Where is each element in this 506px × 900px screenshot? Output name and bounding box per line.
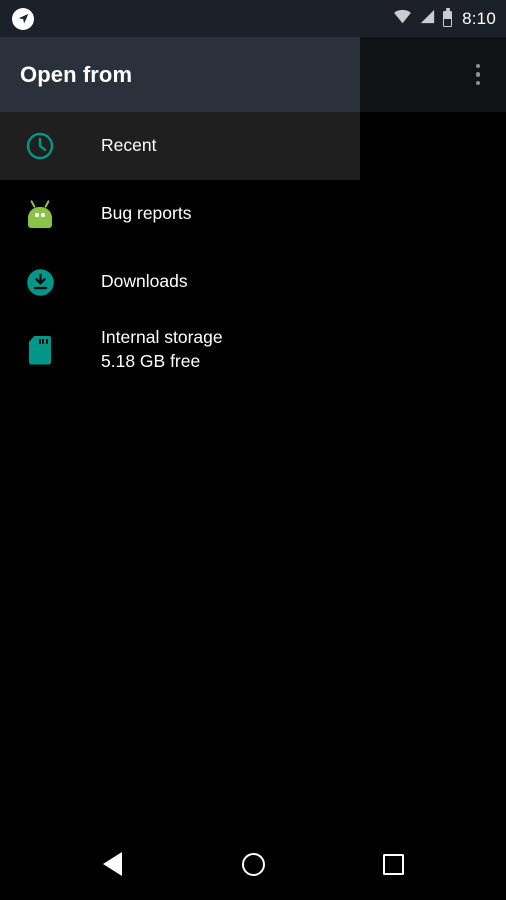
sidebar-item-internal-storage[interactable]: Internal storage 5.18 GB free <box>0 316 360 384</box>
sidebar-item-downloads[interactable]: Downloads <box>0 248 360 316</box>
sidebar-item-label: Downloads <box>101 271 188 292</box>
android-file-picker-screen: 8:10 Open from Recent Bug reports Downlo… <box>0 0 506 900</box>
status-bar: 8:10 <box>0 0 506 37</box>
navigation-arrow-icon <box>12 7 34 30</box>
toolbar: Open from <box>0 37 360 112</box>
more-vertical-icon[interactable] <box>470 56 487 94</box>
sidebar-item-label: Bug reports <box>101 203 192 224</box>
status-bar-left <box>12 7 34 30</box>
status-bar-right: 8:10 <box>393 8 496 29</box>
android-icon <box>22 196 58 232</box>
toolbar-right-area <box>360 37 506 112</box>
clock-icon <box>22 128 58 164</box>
battery-icon <box>443 8 453 27</box>
sidebar-item-recent[interactable]: Recent <box>0 112 360 180</box>
back-triangle-icon[interactable] <box>85 837 139 891</box>
status-bar-clock: 8:10 <box>462 8 496 28</box>
home-circle-icon[interactable] <box>226 837 280 891</box>
wifi-icon <box>393 9 412 29</box>
sidebar-item-text: Bug reports <box>101 202 191 226</box>
toolbar-row: Open from <box>0 37 506 112</box>
sidebar-item-text: Internal storage 5.18 GB free <box>101 326 223 373</box>
sd-card-icon <box>22 332 58 368</box>
sidebar-item-subtitle: 5.18 GB free <box>101 351 201 371</box>
sidebar-item-text: Recent <box>101 134 156 158</box>
drawer-root-list: Recent Bug reports Downloads Internal st… <box>0 112 360 900</box>
recents-square-icon[interactable] <box>366 837 420 891</box>
sidebar-item-text: Downloads <box>101 270 188 294</box>
cell-signal-icon <box>419 9 436 29</box>
system-navigation-bar <box>0 828 506 900</box>
page-title: Open from <box>20 61 133 87</box>
sidebar-item-bug-reports[interactable]: Bug reports <box>0 180 360 248</box>
download-icon <box>22 264 58 300</box>
sidebar-item-label: Internal storage <box>101 327 223 348</box>
sidebar-item-label: Recent <box>101 135 157 156</box>
